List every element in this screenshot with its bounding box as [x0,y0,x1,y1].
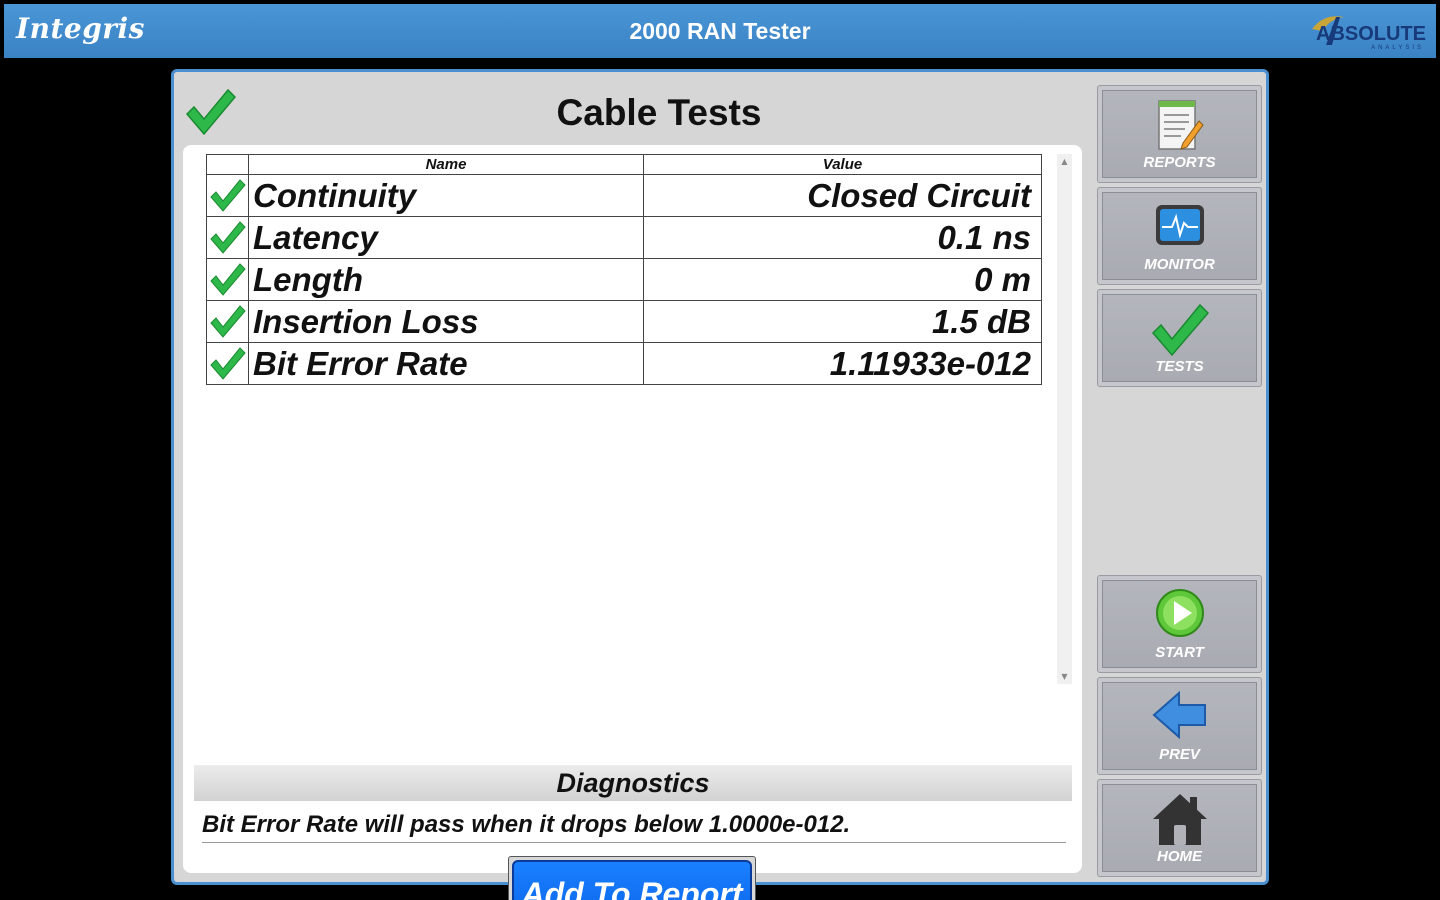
table-row[interactable]: Bit Error Rate 1.11933e-012 [206,342,1042,385]
reports-button[interactable]: REPORTS [1097,85,1262,183]
table-row[interactable]: Latency 0.1 ns [206,216,1042,259]
app-title: 2000 RAN Tester [629,18,811,44]
logo-wordmark: ABSOLUTE [1316,23,1426,45]
back-arrow-icon [1103,689,1256,745]
content-panel: Name Value Continuity Closed Circuit Lat… [183,145,1082,900]
table-row[interactable]: Insertion Loss 1.5 dB [206,300,1042,343]
start-label: START [1155,644,1204,661]
start-button[interactable]: START [1097,575,1262,673]
row-name: Continuity [248,174,644,217]
absolute-analysis-logo: ABSOLUTE ANALYSIS [1308,9,1430,53]
row-name: Bit Error Rate [248,342,644,385]
name-column-header: Name [248,154,644,175]
row-value: 1.11933e-012 [643,342,1042,385]
add-to-report-frame: Add To Report [508,856,756,900]
prev-button[interactable]: PREV [1097,677,1262,775]
row-value: 0 m [643,258,1042,301]
table-header-row: Name Value [206,154,1042,175]
table-scrollbar[interactable]: ▲ ▼ [1057,154,1072,684]
pass-check-icon [206,174,249,217]
monitor-button[interactable]: MONITOR [1097,187,1262,285]
add-to-report-button[interactable]: Add To Report [512,860,752,900]
diagnostics-header: Diagnostics [194,765,1072,801]
value-column-header: Value [643,154,1042,175]
row-name: Length [248,258,644,301]
results-table: Name Value Continuity Closed Circuit Lat… [206,154,1042,385]
play-icon [1103,587,1256,643]
logo-subtitle: ANALYSIS [1371,45,1424,51]
row-value: 1.5 dB [643,300,1042,343]
main-window: Cable Tests Name Value Continuity Closed… [171,69,1269,900]
row-value: 0.1 ns [643,216,1042,259]
tests-button[interactable]: TESTS [1097,289,1262,387]
row-name: Latency [248,216,644,259]
home-icon [1103,791,1256,851]
tests-label: TESTS [1155,358,1204,375]
monitor-label: MONITOR [1144,256,1215,273]
pass-check-icon [206,258,249,301]
pass-check-icon [206,342,249,385]
diagnostics-message: Bit Error Rate will pass when it drops b… [202,811,1066,843]
status-column-header [206,154,249,175]
row-name: Insertion Loss [248,300,644,343]
tests-check-icon [1103,301,1256,363]
title-bar: Integris 2000 RAN Tester ABSOLUTE ANALYS… [4,4,1436,58]
monitor-icon [1103,203,1256,253]
table-row[interactable]: Length 0 m [206,258,1042,301]
prev-label: PREV [1159,746,1200,763]
row-value: Closed Circuit [643,174,1042,217]
scroll-up-icon[interactable]: ▲ [1057,157,1072,166]
pass-check-icon [206,216,249,259]
scroll-down-icon[interactable]: ▼ [1057,672,1072,681]
page-title: Cable Tests [556,92,762,133]
home-button[interactable]: HOME [1097,779,1262,877]
reports-label: REPORTS [1143,154,1216,171]
table-row[interactable]: Continuity Closed Circuit [206,174,1042,217]
home-label: HOME [1157,848,1202,865]
report-document-icon [1103,97,1256,159]
pass-check-icon [206,300,249,343]
